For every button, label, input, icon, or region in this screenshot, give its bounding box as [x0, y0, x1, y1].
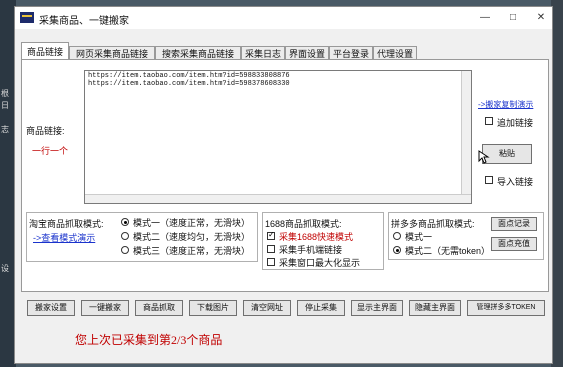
tab-ui-settings[interactable]: 界面设置 [285, 46, 329, 60]
download-images-button[interactable]: 下载图片 [189, 300, 237, 316]
bg-label-3: 志 [1, 125, 9, 134]
mode-1688-group: 1688商品抓取模式: 采集1688快速模式 采集手机端链接 采集窗口最大化显示 [262, 212, 384, 270]
mode-1688-title: 1688商品抓取模式: [265, 219, 342, 229]
taobao-mode-group: 淘宝商品抓取模式: ->查看模式演示 模式一（速度正常，无滑块） 模式二（速度均… [26, 212, 258, 262]
taobao-mode-3-radio[interactable] [121, 246, 129, 254]
points-record-button[interactable]: 面点记录 [491, 217, 537, 231]
mobile-links-checkbox[interactable] [267, 245, 275, 253]
taobao-mode-title: 淘宝商品抓取模式: [29, 219, 104, 229]
app-window: 采集商品、一键搬家 — □ ✕ 商品链接 网页采集商品链接 搜索采集商品链接 采… [14, 6, 553, 364]
one-click-move-button[interactable]: 一键搬家 [81, 300, 129, 316]
tab-web-collect-links[interactable]: 网页采集商品链接 [69, 46, 155, 60]
maximize-window-label: 采集窗口最大化显示 [279, 258, 361, 268]
fast-mode-1688-checkbox[interactable] [267, 230, 275, 240]
tab-proxy-settings[interactable]: 代理设置 [373, 46, 417, 60]
bg-label-2: 日 [1, 101, 9, 110]
links-textarea[interactable]: https://item.taobao.com/item.htm?id=5988… [84, 70, 472, 204]
pdd-mode-2-radio[interactable] [393, 246, 401, 254]
maximize-button[interactable]: □ [503, 11, 523, 25]
pdd-mode-1-label: 模式一 [405, 232, 433, 242]
textarea-vertical-scrollbar[interactable] [461, 71, 471, 203]
pdd-mode-group: 拼多多商品抓取模式: 模式一 模式二（无需token） 面点记录 面点充值 [388, 212, 544, 260]
product-grab-button[interactable]: 商品抓取 [135, 300, 183, 316]
pdd-mode-title: 拼多多商品抓取模式: [391, 219, 475, 229]
stop-collect-button[interactable]: 停止采集 [297, 300, 345, 316]
show-main-window-button[interactable]: 显示主界面 [351, 300, 403, 316]
mobile-links-label: 采集手机端链接 [279, 245, 343, 255]
links-label: 商品链接: [26, 126, 65, 136]
taobao-mode-3-label: 模式三（速度正常，无滑块） [133, 246, 251, 256]
taobao-mode-2-label: 模式二（速度均匀，无滑块） [133, 232, 251, 242]
import-links-label: 导入链接 [497, 177, 534, 187]
bg-label-1: 根 [1, 89, 9, 98]
taobao-mode-1-label: 模式一（速度正常，无滑块） [133, 218, 251, 228]
link-line: https://item.taobao.com/item.htm?id=5988… [88, 72, 290, 80]
link-line: https://item.taobao.com/item.htm?id=5983… [88, 80, 290, 88]
status-text: 您上次已采集到第2/3个商品 [75, 333, 223, 347]
import-links-checkbox[interactable] [485, 176, 493, 184]
bg-label-4: 设 [1, 264, 9, 273]
tab-platform-login[interactable]: 平台登录 [329, 46, 373, 60]
tab-panel-product-links: 商品链接: 一行一个 https://item.taobao.com/item.… [21, 59, 549, 292]
hide-main-window-button[interactable]: 隐藏主界面 [409, 300, 461, 316]
close-button[interactable]: ✕ [531, 11, 551, 25]
minimize-button[interactable]: — [475, 11, 495, 25]
window-title: 采集商品、一键搬家 [39, 16, 129, 27]
move-settings-button[interactable]: 搬家设置 [27, 300, 75, 316]
points-recharge-button[interactable]: 面点充值 [491, 237, 537, 251]
tab-collect-log[interactable]: 采集日志 [241, 46, 285, 60]
clear-urls-button[interactable]: 清空网址 [243, 300, 291, 316]
title-bar[interactable]: 采集商品、一键搬家 — □ ✕ [15, 7, 552, 29]
maximize-window-checkbox[interactable] [267, 258, 275, 266]
append-links-label: 追加链接 [497, 118, 534, 128]
taobao-mode-1-radio[interactable] [121, 218, 129, 226]
view-mode-demo-link[interactable]: ->查看模式演示 [33, 231, 95, 244]
app-icon [20, 12, 34, 23]
copy-demo-link[interactable]: ->搬家复制演示 [478, 99, 533, 110]
pdd-mode-2-label: 模式二（无需token） [405, 246, 491, 256]
tab-product-links[interactable]: 商品链接 [21, 42, 69, 60]
tab-search-collect-links[interactable]: 搜索采集商品链接 [155, 46, 241, 60]
one-per-line-hint: 一行一个 [32, 146, 69, 156]
append-links-checkbox[interactable] [485, 117, 493, 125]
manage-pdd-token-button[interactable]: 管理拼多多TOKEN [467, 300, 545, 316]
fast-mode-1688-label: 采集1688快速模式 [279, 232, 354, 242]
pdd-mode-1-radio[interactable] [393, 232, 401, 240]
textarea-horizontal-scrollbar[interactable] [85, 194, 471, 203]
taobao-mode-2-radio[interactable] [121, 232, 129, 240]
